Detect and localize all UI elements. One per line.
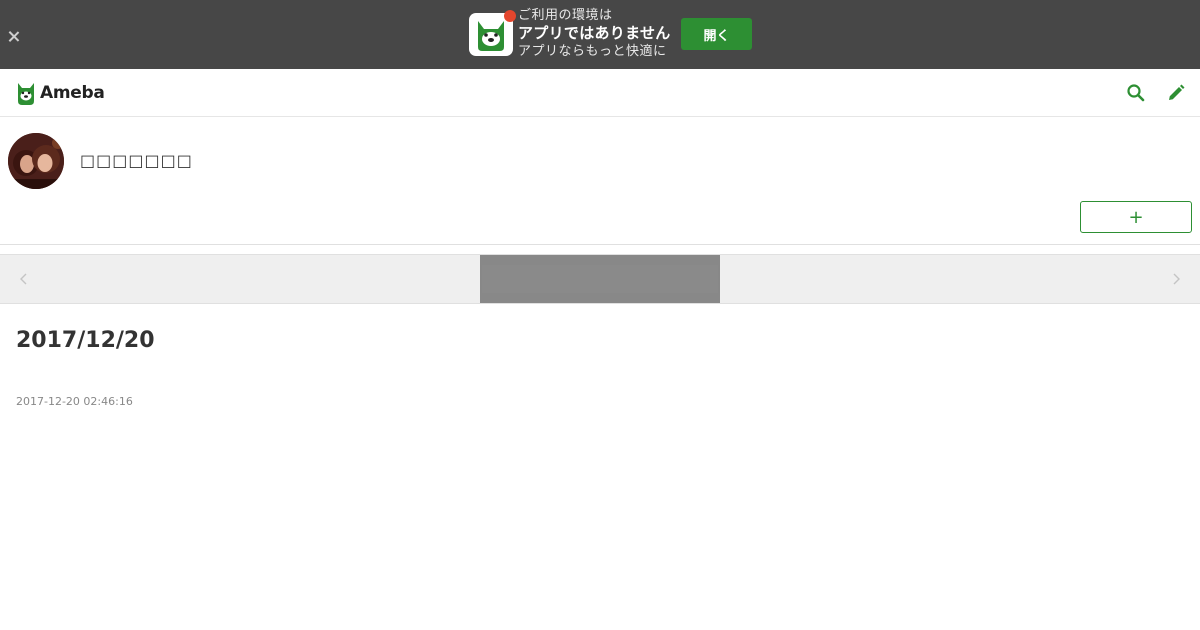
ad-placeholder bbox=[480, 255, 720, 303]
entry-pager bbox=[0, 254, 1200, 304]
banner-line-3: アプリならもっと快適に bbox=[518, 44, 667, 59]
search-icon[interactable] bbox=[1126, 83, 1146, 103]
blog-name[interactable]: □□□□□□□ bbox=[80, 151, 193, 170]
blog-profile: □□□□□□□ + bbox=[0, 117, 1200, 245]
avatar[interactable] bbox=[8, 133, 64, 189]
entry-title: 2017/12/20 bbox=[16, 328, 155, 353]
close-icon[interactable] bbox=[5, 28, 22, 45]
ameba-mascot-icon bbox=[18, 83, 34, 105]
ameba-logo[interactable]: Ameba bbox=[15, 80, 105, 106]
app-banner: ご利用の環境は アプリではありません アプリならもっと快適に 開く bbox=[0, 0, 1200, 69]
notification-badge bbox=[504, 10, 516, 22]
chevron-right-icon[interactable] bbox=[1168, 271, 1184, 287]
pencil-icon[interactable] bbox=[1166, 83, 1186, 103]
open-app-button[interactable]: 開く bbox=[681, 18, 752, 50]
chevron-left-icon[interactable] bbox=[16, 271, 32, 287]
entry-datetime: 2017-12-20 02:46:16 bbox=[16, 395, 133, 408]
banner-line-2: アプリではありません bbox=[518, 24, 671, 42]
site-header: Ameba bbox=[0, 69, 1200, 117]
logo-text: Ameba bbox=[40, 83, 105, 103]
follow-button[interactable]: + bbox=[1080, 201, 1192, 233]
banner-text: ご利用の環境は アプリではありません アプリならもっと快適に bbox=[518, 7, 671, 60]
banner-line-1: ご利用の環境は bbox=[518, 8, 613, 23]
